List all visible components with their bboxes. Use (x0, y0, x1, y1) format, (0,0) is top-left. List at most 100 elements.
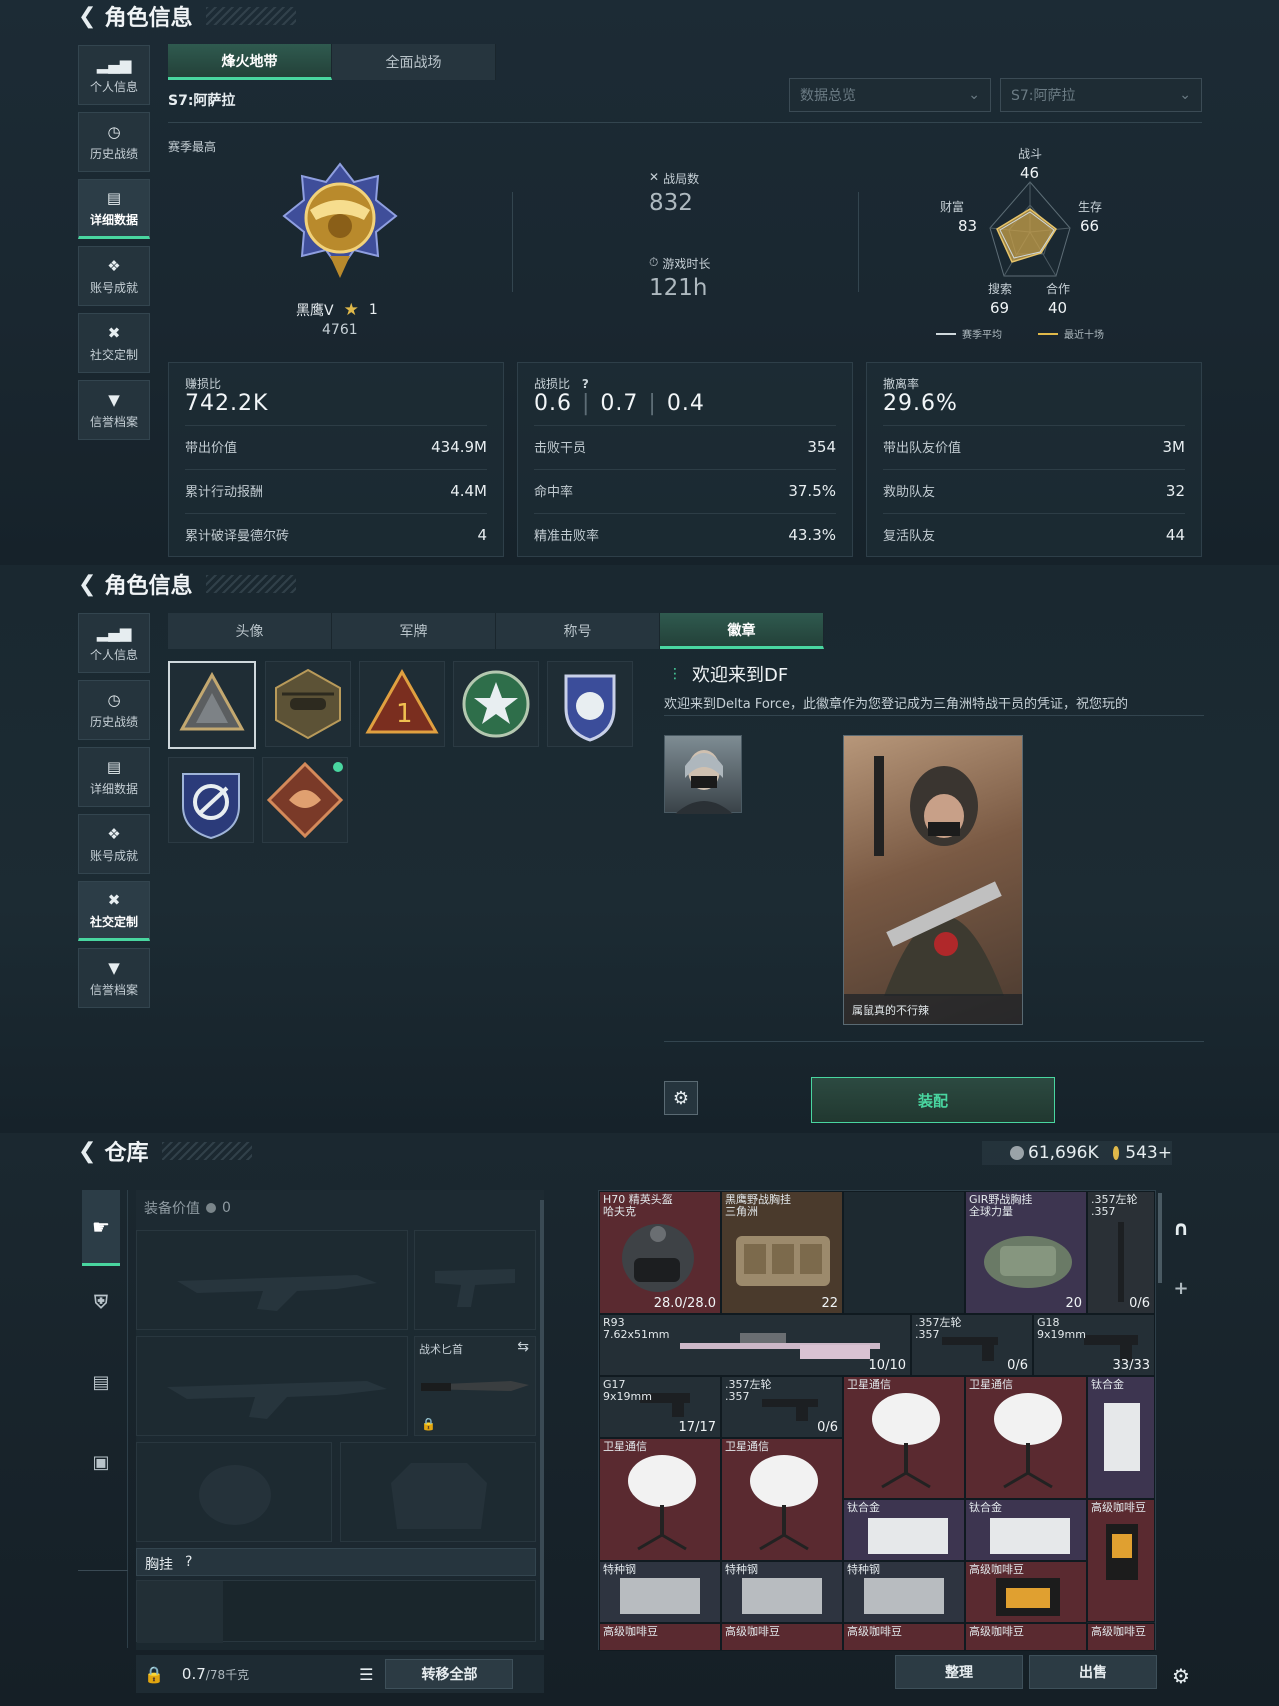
inventory-item[interactable]: 钛合金 (1087, 1376, 1155, 1499)
inventory-item[interactable]: 高级咖啡豆 (599, 1623, 721, 1651)
sidebar-item-history[interactable]: ◷ 历史战绩 (78, 112, 150, 172)
inventory-item[interactable]: 高级咖啡豆 (721, 1623, 843, 1651)
swap-icon[interactable]: ⇆ (517, 1339, 529, 1355)
inventory-item[interactable]: 高级咖啡豆 (1087, 1499, 1155, 1622)
inventory-item[interactable]: 高级咖啡豆 (965, 1561, 1087, 1623)
badge-description: 欢迎来到Delta Force，此徽章作为您登记成为三角洲特战干员的凭证，祝您玩… (664, 697, 1128, 712)
warehouse-settings-button[interactable]: ⚙ (1166, 1661, 1196, 1691)
inventory-item[interactable]: GIR野战胸挂 全球力量 20 (965, 1191, 1087, 1314)
back-arrow-icon[interactable]: ❮ (78, 1139, 96, 1164)
lock-icon[interactable]: 🔒 (144, 1665, 164, 1684)
inventory-item[interactable]: 特种钢 (843, 1561, 965, 1623)
inventory-scrollbar[interactable] (1158, 1193, 1162, 1283)
satellite-dish-icon (628, 1455, 696, 1551)
inventory-item[interactable]: .357左轮 .357 0/6 (721, 1376, 843, 1438)
back-arrow-icon[interactable]: ❮ (78, 572, 96, 597)
badge-item-star-wreath[interactable] (453, 661, 539, 747)
sort-button[interactable]: 整理 (895, 1655, 1023, 1689)
case-tab[interactable]: ▣ (82, 1442, 120, 1482)
inventory-item[interactable]: .357左轮 .357 0/6 (1087, 1191, 1155, 1314)
inventory-item[interactable]: 高级咖啡豆 (965, 1623, 1087, 1651)
stat-row: 救助队友 32 (883, 469, 1185, 511)
tab-hazard-zone[interactable]: 烽火地带 (168, 44, 332, 80)
transfer-all-button[interactable]: 转移全部 (385, 1659, 514, 1689)
tab-dogtag[interactable]: 军牌 (332, 613, 496, 649)
sidebar-item-social[interactable]: ✖ 社交定制 (78, 881, 150, 941)
overview-dropdown[interactable]: 数据总览 ⌄ (789, 78, 991, 112)
badge-item-target-shield[interactable] (168, 757, 254, 843)
sidebar-item-history[interactable]: ◷ 历史战绩 (78, 680, 150, 740)
settings-gear-button[interactable]: ⚙ (664, 1081, 698, 1115)
sidebar-item-achievements[interactable]: ❖ 账号成就 (78, 814, 150, 874)
radar-value-survival: 66 (1080, 217, 1100, 235)
armor-tab[interactable]: ⛨ (82, 1282, 120, 1322)
inventory-item[interactable]: H70 精英头盔 哈夫克 28.0/28.0 (599, 1191, 721, 1314)
badge-item-number-one[interactable]: 1 (359, 661, 445, 747)
helmet-slot[interactable] (136, 1442, 332, 1542)
badge-item-dragon[interactable] (262, 757, 348, 843)
tab-avatar[interactable]: 头像 (168, 613, 332, 649)
badge-item-welcome[interactable] (168, 661, 256, 749)
page-title: 仓库 (104, 1141, 149, 1166)
armor-slot[interactable] (340, 1442, 536, 1542)
help-icon[interactable]: ? (582, 377, 589, 391)
pistol-icon: ☛ (92, 1214, 110, 1239)
header-stripe (206, 575, 297, 593)
back-arrow-icon[interactable]: ❮ (78, 4, 96, 29)
loadout-scrollbar[interactable] (540, 1200, 544, 1640)
inventory-item[interactable]: 黑鹰野战胸挂 三角洲 22 (721, 1191, 843, 1314)
backpack-tab[interactable]: ▤ (82, 1362, 120, 1402)
radar-label-survival: 生存 (1078, 200, 1103, 214)
inventory-item[interactable]: 特种钢 (721, 1561, 843, 1623)
list-icon[interactable]: ☰ (359, 1665, 373, 1684)
tab-badge[interactable]: 徽章 (660, 613, 824, 649)
sidebar-item-social[interactable]: ✖ 社交定制 (78, 313, 150, 373)
sell-button[interactable]: 出售 (1029, 1655, 1157, 1689)
inventory-item[interactable]: 卫星通信 (599, 1438, 721, 1561)
sidebar-item-personal[interactable]: ▂▄▆ 个人信息 (78, 613, 150, 673)
inventory-item[interactable]: 卫星通信 (843, 1376, 965, 1499)
inventory-item[interactable]: R93 7.62x51mm 10/10 (599, 1314, 911, 1376)
inventory-item[interactable]: 特种钢 (599, 1561, 721, 1623)
tab-all-out-war[interactable]: 全面战场 (332, 44, 496, 80)
inventory-item[interactable]: G17 9x19mm 17/17 (599, 1376, 721, 1438)
equip-button[interactable]: 装配 (811, 1077, 1055, 1123)
melee-slot[interactable]: 战术匕首 ⇆ 🔒 (414, 1336, 536, 1436)
primary-weapon-slot[interactable] (136, 1230, 408, 1330)
sidebar-item-personal[interactable]: ▂▄▆ 个人信息 (78, 45, 150, 105)
inventory-item[interactable]: 高级咖啡豆 (843, 1623, 965, 1651)
inventory-item[interactable]: 高级咖啡豆 (1087, 1623, 1155, 1651)
sidebar-item-achievements[interactable]: ❖ 账号成就 (78, 246, 150, 306)
stat-row: 命中率 37.5% (534, 469, 836, 511)
sidearm-slot[interactable] (414, 1230, 536, 1330)
badge-item-shield-blue[interactable] (547, 661, 633, 747)
extraction-card: 撤离率 29.6% 带出队友价值 3M 救助队友 32 复活队友 44 (866, 362, 1202, 557)
matches-value: 832 (649, 190, 693, 216)
currency-premium[interactable]: 543+ (1125, 1143, 1172, 1163)
safe-box-button[interactable]: ∩ (1166, 1213, 1196, 1243)
inventory-item[interactable]: 卫星通信 (965, 1376, 1087, 1499)
rig-cell[interactable] (137, 1581, 223, 1643)
inventory-item[interactable]: 卫星通信 (721, 1438, 843, 1561)
season-dropdown[interactable]: S7:阿萨拉 ⌄ (1000, 78, 1202, 112)
badge-item-helicopter[interactable] (265, 661, 351, 747)
divider (664, 715, 1204, 716)
add-storage-button[interactable]: + (1166, 1273, 1196, 1303)
inventory-item[interactable]: 钛合金 (965, 1499, 1087, 1561)
inventory-item[interactable]: 钛合金 (843, 1499, 965, 1561)
medal-icon: ❖ (107, 824, 121, 843)
inventory-empty-cell[interactable] (843, 1191, 965, 1314)
sidebar-item-details[interactable]: ▤ 详细数据 (78, 747, 150, 807)
inventory-item[interactable]: G18 9x19mm 33/33 (1033, 1314, 1155, 1376)
tab-title[interactable]: 称号 (496, 613, 660, 649)
satellite-dish-icon (750, 1455, 818, 1551)
help-icon[interactable]: ? (185, 1554, 192, 1570)
sidebar-item-reputation[interactable]: ▼ 信誉档案 (78, 948, 150, 1008)
weapon-tab[interactable]: ☛ (82, 1190, 120, 1266)
divider (512, 192, 513, 292)
sidebar-item-details[interactable]: ▤ 详细数据 (78, 179, 150, 239)
secondary-weapon-slot[interactable] (136, 1336, 408, 1436)
inventory-item[interactable]: .357左轮 .357 0/6 (911, 1314, 1033, 1376)
equip-value-row: 装备价值 0 (144, 1200, 231, 1217)
sidebar-item-reputation[interactable]: ▼ 信誉档案 (78, 380, 150, 440)
